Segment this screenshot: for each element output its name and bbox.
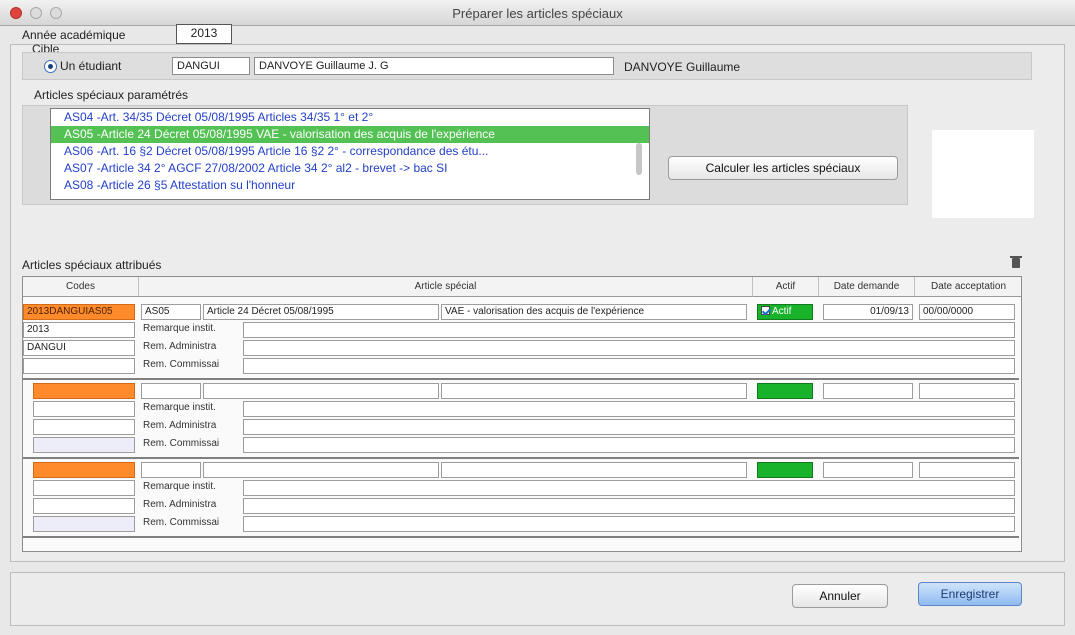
rem-admin-label: Rem. Administra	[143, 499, 217, 510]
rem-comm-field[interactable]	[243, 516, 1015, 532]
remarque-field[interactable]	[243, 401, 1015, 417]
row-student-field[interactable]	[33, 498, 135, 514]
row-article-code-field[interactable]: AS05	[141, 304, 201, 320]
list-item[interactable]: AS08 -Article 26 §5 Attestation su l'hon…	[51, 177, 649, 194]
rem-comm-label: Rem. Commissai	[143, 438, 220, 449]
row-article-decree-field[interactable]	[203, 383, 439, 399]
row-article-desc-field[interactable]: VAE - valorisation des acquis de l'expér…	[441, 304, 747, 320]
row-year-field[interactable]	[33, 401, 135, 417]
student-code-field[interactable]: DANGUI	[172, 57, 250, 75]
row-date-acceptation-field[interactable]	[919, 462, 1015, 478]
trash-icon[interactable]	[1010, 256, 1022, 268]
row-empty-field[interactable]	[33, 516, 135, 532]
row-date-demande-field[interactable]: 01/09/13	[823, 304, 913, 320]
list-item-selected[interactable]: AS05 -Article 24 Décret 05/08/1995 VAE -…	[51, 126, 649, 143]
save-button[interactable]: Enregistrer	[918, 582, 1022, 606]
row-actif-checkbox[interactable]	[757, 383, 813, 399]
student-radio[interactable]	[44, 60, 57, 73]
year-field[interactable]: 2013	[176, 24, 232, 44]
remarque-label: Remarque instit.	[143, 323, 216, 334]
remarque-field[interactable]	[243, 480, 1015, 496]
row-actif-checkbox[interactable]	[757, 462, 813, 478]
row-article-code-field[interactable]	[141, 462, 201, 478]
row-article-desc-field[interactable]	[441, 462, 747, 478]
blank-preview-area	[932, 130, 1034, 218]
list-item[interactable]: AS07 -Article 34 2° AGCF 27/08/2002 Arti…	[51, 160, 649, 177]
footer-panel	[10, 572, 1065, 626]
rem-comm-label: Rem. Commissai	[143, 517, 220, 528]
row-code-field[interactable]: 2013DANGUIAS05	[23, 304, 135, 320]
checkbox-check-icon	[761, 306, 770, 315]
title-bar: Préparer les articles spéciaux	[0, 0, 1075, 26]
row-separator	[23, 536, 1019, 538]
cancel-button[interactable]: Annuler	[792, 584, 888, 608]
row-date-acceptation-field[interactable]	[919, 383, 1015, 399]
row-actif-label: Actif	[772, 306, 792, 317]
articles-section-label: Articles spéciaux paramétrés	[34, 88, 189, 102]
row-actif-checkbox[interactable]: Actif	[757, 304, 813, 320]
rem-comm-field[interactable]	[243, 358, 1015, 374]
remarque-field[interactable]	[243, 322, 1015, 338]
row-separator	[23, 378, 1019, 380]
row-empty-field[interactable]	[23, 358, 135, 374]
student-name-field[interactable]: DANVOYE Guillaume J. G	[254, 57, 614, 75]
row-article-desc-field[interactable]	[441, 383, 747, 399]
rem-admin-field[interactable]	[243, 419, 1015, 435]
row-date-demande-field[interactable]	[823, 383, 913, 399]
row-article-decree-field[interactable]: Article 24 Décret 05/08/1995	[203, 304, 439, 320]
articles-listbox[interactable]: AS04 -Art. 34/35 Décret 05/08/1995 Artic…	[50, 108, 650, 200]
row-date-demande-field[interactable]	[823, 462, 913, 478]
row-separator	[23, 457, 1019, 459]
year-label: Année académique	[22, 28, 126, 42]
row-year-field[interactable]: 2013	[23, 322, 135, 338]
list-item[interactable]: AS04 -Art. 34/35 Décret 05/08/1995 Artic…	[51, 109, 649, 126]
column-header-date-demande[interactable]: Date demande	[819, 277, 915, 297]
rem-admin-field[interactable]	[243, 340, 1015, 356]
rem-admin-label: Rem. Administra	[143, 420, 217, 431]
row-article-decree-field[interactable]	[203, 462, 439, 478]
student-radio-label: Un étudiant	[60, 59, 122, 73]
rem-admin-label: Rem. Administra	[143, 341, 217, 352]
row-student-field[interactable]	[33, 419, 135, 435]
rem-admin-field[interactable]	[243, 498, 1015, 514]
row-empty-field[interactable]	[33, 437, 135, 453]
rem-comm-label: Rem. Commissai	[143, 359, 220, 370]
column-header-article[interactable]: Article spécial	[139, 277, 753, 297]
student-display-name: DANVOYE Guillaume	[624, 60, 741, 74]
calculate-articles-button[interactable]: Calculer les articles spéciaux	[668, 156, 898, 180]
row-year-field[interactable]	[33, 480, 135, 496]
row-date-acceptation-field[interactable]: 00/00/0000	[919, 304, 1015, 320]
row-code-field[interactable]	[33, 383, 135, 399]
listbox-scrollbar[interactable]	[636, 143, 642, 175]
row-code-field[interactable]	[33, 462, 135, 478]
row-article-code-field[interactable]	[141, 383, 201, 399]
rem-comm-field[interactable]	[243, 437, 1015, 453]
list-item[interactable]: AS06 -Art. 16 §2 Décret 05/08/1995 Artic…	[51, 143, 649, 160]
attributed-grid: Codes Article spécial Actif Date demande…	[22, 276, 1022, 552]
column-header-date-acceptation[interactable]: Date acceptation	[915, 277, 1021, 297]
attributed-section-label: Articles spéciaux attribués	[22, 258, 162, 272]
column-header-actif[interactable]: Actif	[753, 277, 819, 297]
row-student-field[interactable]: DANGUI	[23, 340, 135, 356]
remarque-label: Remarque instit.	[143, 402, 216, 413]
column-header-codes[interactable]: Codes	[23, 277, 139, 297]
window-title: Préparer les articles spéciaux	[452, 6, 623, 21]
remarque-label: Remarque instit.	[143, 481, 216, 492]
